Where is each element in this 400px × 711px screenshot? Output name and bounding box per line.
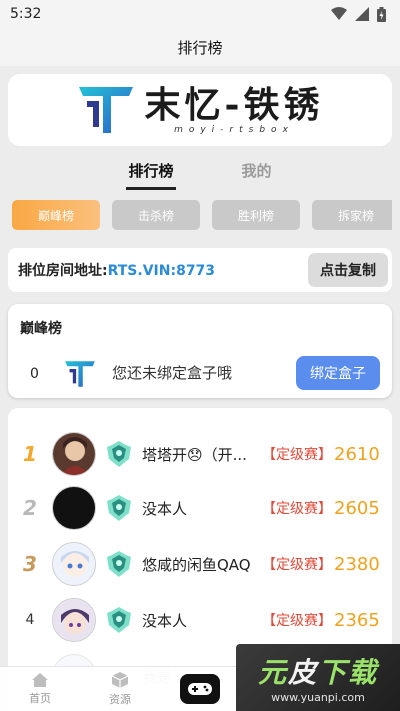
rank-badge-icon [107,495,131,521]
wifi-icon [331,7,347,20]
avatar [52,542,96,586]
status-time: 5:32 [10,6,42,22]
logo-banner: 末忆-铁锈 moyi-rtsbox [8,74,392,146]
watermark-url: www.yuanpi.com [271,691,365,704]
rank-badge-icon [107,441,131,467]
player-name: 没本人 [142,499,188,518]
sub-tab-kills[interactable]: 击杀榜 [112,200,200,230]
ranking-category-tabs: 巅峰榜 击杀榜 胜利榜 拆家榜 [12,200,392,230]
nav-home[interactable]: 首页 [0,672,80,706]
rank-score: 2605 [334,497,380,519]
rank-tag: 【定级赛】 [262,557,332,573]
signal-icon [355,7,369,21]
table-row[interactable]: 3 悠咸的闲鱼QAQ 【定级赛】 2380 [8,538,392,590]
box-icon [111,672,129,688]
avatar [52,598,96,642]
main-tabs: 排行榜 我的 [0,156,400,190]
tab-ranking[interactable]: 排行榜 [126,156,176,190]
status-bar: 5:32 [0,0,400,28]
gamepad-icon [188,683,212,695]
rts-logo-icon [65,361,95,387]
watermark-text: 元皮下载 [257,656,379,689]
sub-tab-demolish[interactable]: 拆家榜 [312,200,392,230]
sub-tab-peak[interactable]: 巅峰榜 [12,200,100,230]
rank-number: 4 [25,612,35,628]
logo-title: 末忆-铁锈 [144,84,324,126]
room-address-url: RTS.VIN:8773 [107,263,216,279]
player-name: 悠咸的闲鱼QAQ [142,555,251,574]
nav-home-label: 首页 [29,692,51,705]
rank-badge-icon [107,551,131,577]
unbound-message: 您还未绑定盒子哦 [112,364,233,382]
avatar [52,432,96,476]
rank-score: 2610 [334,443,380,465]
room-address: 排位房间地址:RTS.VIN:8773 [18,260,215,280]
rank-tag: 【定级赛】 [262,501,332,517]
bind-box-button[interactable]: 绑定盒子 [296,356,380,390]
rank-tag: 【定级赛】 [262,447,332,463]
rank-score: 2365 [334,609,380,631]
my-rank: 0 [30,366,39,382]
rank-number: 1 [23,442,37,466]
page-title: 排行榜 [0,28,400,66]
sub-tab-wins[interactable]: 胜利榜 [212,200,300,230]
peak-card: 巅峰榜 0 您还未绑定盒子哦 绑定盒子 [8,304,392,398]
home-icon [32,673,48,687]
room-address-label: 排位房间地址: [18,263,108,279]
battery-icon [377,6,386,22]
nav-resources[interactable]: 资源 [80,671,160,707]
site-watermark: 元皮下载 www.yuanpi.com [236,644,400,711]
copy-button[interactable]: 点击复制 [308,253,388,287]
rank-number: 3 [23,552,37,576]
rank-number: 2 [23,496,37,520]
nav-game-button[interactable] [180,674,220,704]
rank-tag: 【定级赛】 [262,613,332,629]
rank-score: 2380 [334,553,380,575]
avatar [52,486,96,530]
nav-resources-label: 资源 [109,693,131,706]
status-icons [331,6,386,22]
player-name: 塔塔开😞（开... [142,445,247,464]
logo-subtitle: moyi-rtsbox [174,125,294,135]
rts-logo-icon [78,87,133,133]
tab-mine[interactable]: 我的 [240,156,274,190]
table-row[interactable]: 2 没本人 【定级赛】 2605 [8,482,392,534]
peak-card-title: 巅峰榜 [20,321,62,337]
table-row[interactable]: 4 没本人 【定级赛】 2365 [8,594,392,646]
rank-badge-icon [107,607,131,633]
table-row[interactable]: 1 塔塔开😞（开... 【定级赛】 2610 [8,428,392,480]
player-name: 没本人 [142,611,188,630]
room-address-row: 排位房间地址:RTS.VIN:8773 点击复制 [8,248,392,292]
